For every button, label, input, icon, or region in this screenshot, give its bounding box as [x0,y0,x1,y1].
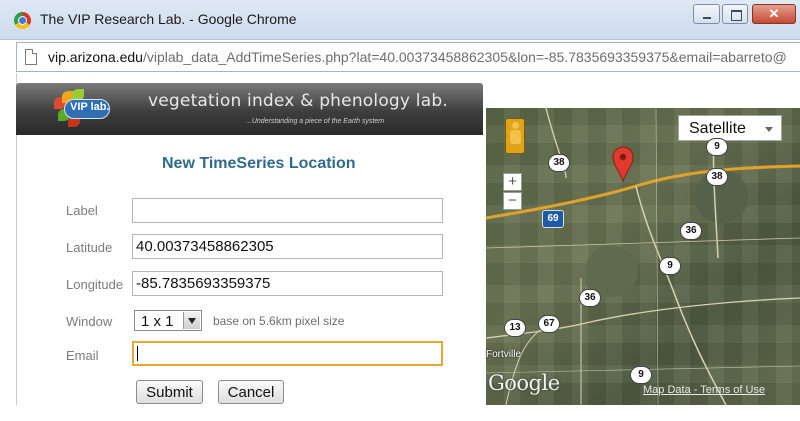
logo-text: VIP lab. [70,101,110,113]
map-footer: Map Data - Terms of Use [643,384,765,396]
title-bar: The VIP Research Lab. - Google Chrome ✕ [0,0,800,40]
map-roads [486,108,800,405]
road-shield-67: 67 [538,315,560,333]
email-input[interactable] [132,341,443,366]
chevron-down-icon [183,312,200,329]
longitude-field-label: Longitude [66,277,124,292]
latitude-input[interactable] [132,234,443,259]
longitude-input[interactable] [132,271,443,296]
chevron-down-icon [765,127,773,132]
label-input[interactable] [132,198,443,223]
vip-lab-logo: VIP lab. [52,89,126,129]
form-title: New TimeSeries Location [162,155,356,172]
satellite-map[interactable] [486,108,800,405]
map-type-label: Satellite [689,120,746,137]
window-field-label: Window [66,314,113,329]
text-caret [137,346,138,361]
map-type-dropdown[interactable]: Satellite [678,115,782,141]
window-title: The VIP Research Lab. - Google Chrome [40,11,297,27]
zoom-in-button[interactable]: + [503,173,522,191]
terms-of-use-link[interactable]: Terms of Use [700,384,765,396]
road-shield-9: 9 [630,366,652,384]
road-shield-9: 9 [659,257,681,275]
close-icon: ✕ [768,6,780,21]
cancel-button[interactable]: Cancel [218,380,284,404]
minimize-button[interactable] [693,4,720,24]
address-bar[interactable]: vip.arizona.edu/viplab_data_AddTimeSerie… [16,42,800,72]
maximize-button[interactable] [722,4,748,24]
location-pin-icon[interactable] [612,146,634,182]
footer-separator: - [690,384,701,396]
window-size-value: 1 x 1 [141,313,174,330]
url-host: vip.arizona.edu [48,49,143,65]
road-shield-13: 13 [504,319,526,337]
town-label: Fortville [486,349,522,360]
window-bottom [0,405,800,421]
banner-title: vegetation index & phenology lab. [148,91,448,111]
submit-button[interactable]: Submit [136,380,203,404]
url-text[interactable]: vip.arizona.edu/viplab_data_AddTimeSerie… [48,49,787,65]
road-shield-36: 36 [579,289,601,307]
map-data-link[interactable]: Map Data [643,384,691,396]
site-banner: VIP lab. vegetation index & phenology la… [16,83,483,135]
road-shield-36: 36 [680,222,702,240]
banner-subtitle: ...Understanding a piece of the Earth sy… [246,118,385,125]
street-view-pegman-icon[interactable] [505,118,525,154]
close-button[interactable]: ✕ [752,4,796,24]
window-hint: base on 5.6km pixel size [213,314,345,328]
road-shield-9: 9 [706,138,728,156]
zoom-out-button[interactable]: − [503,192,522,210]
road-shield-38: 38 [706,168,728,186]
latitude-field-label: Latitude [66,240,113,255]
label-field-label: Label [66,203,98,218]
page-icon [25,49,37,65]
email-field-label: Email [66,348,99,363]
road-shield-38: 38 [548,154,570,172]
window-size-select[interactable]: 1 x 1 [134,310,202,331]
google-logo: Google [488,371,560,395]
url-path: /viplab_data_AddTimeSeries.php?lat=40.00… [142,49,787,65]
interstate-shield-69: 69 [542,210,564,228]
browser-window: The VIP Research Lab. - Google Chrome ✕ … [0,0,800,421]
chrome-icon [14,12,31,29]
